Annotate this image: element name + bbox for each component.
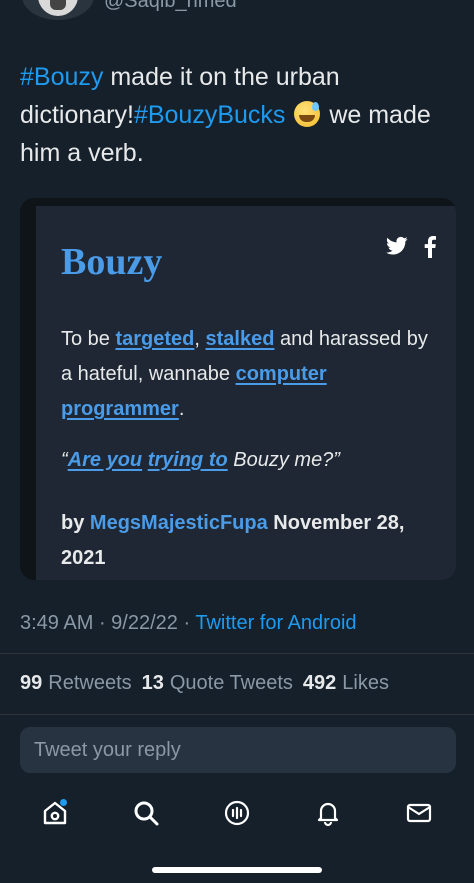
tweet-time: 3:49 AM — [20, 612, 94, 634]
example-text: Bouzy me?” — [227, 449, 340, 471]
byline-label: by — [61, 512, 90, 534]
hashtag-bouzybucks[interactable]: #BouzyBucks — [134, 101, 285, 129]
card-example: “Are you trying to Bouzy me?” — [61, 446, 431, 474]
urban-dictionary-card[interactable]: Bouzy To be targeted, stalked and harass… — [20, 198, 456, 580]
tweet-text: #Bouzy made it on the urban dictionary!#… — [20, 58, 460, 172]
card-definition: To be targeted, stalked and harassed by … — [61, 322, 431, 427]
grinning-sweat-emoji-icon — [294, 101, 321, 127]
author-link[interactable]: MegsMajesticFupa — [90, 512, 268, 534]
divider — [0, 714, 474, 715]
avatar[interactable] — [22, 0, 94, 20]
reply-input[interactable] — [20, 727, 456, 773]
link-trying-to[interactable]: trying to — [148, 449, 228, 471]
tweet-date: 9/22/22 — [111, 612, 178, 634]
search-icon[interactable] — [126, 793, 166, 833]
definition-text: , — [194, 328, 206, 350]
notifications-icon[interactable] — [308, 793, 348, 833]
likes-count: 492 — [302, 672, 337, 694]
bottom-nav — [0, 788, 474, 838]
quotes-count: 13 — [141, 672, 164, 694]
tweet-author-row: @Saqib_hmed — [0, 0, 474, 30]
hashtag-bouzy[interactable]: #Bouzy — [20, 63, 103, 91]
card-body: Bouzy To be targeted, stalked and harass… — [36, 206, 456, 580]
spaces-icon[interactable] — [217, 793, 257, 833]
tweet-source-link[interactable]: Twitter for Android — [195, 612, 356, 634]
card-share-icons — [386, 236, 436, 263]
tweet-stats: 99 Retweets 13 Quote Tweets 492 Likes — [20, 672, 389, 695]
quote-tweets-stat[interactable]: 13 Quote Tweets — [142, 672, 293, 695]
quotes-label: Quote Tweets — [169, 672, 293, 694]
facebook-icon[interactable] — [424, 236, 436, 263]
card-byline: by MegsMajesticFupa November 28, 2021 — [61, 506, 431, 576]
likes-label: Likes — [342, 672, 389, 694]
likes-stat[interactable]: 492 Likes — [303, 672, 389, 695]
home-indicator — [152, 867, 322, 873]
definition-text: To be — [61, 328, 116, 350]
twitter-icon[interactable] — [386, 236, 408, 263]
link-are-you[interactable]: Are you — [68, 449, 142, 471]
tweet-meta: 3:49 AM · 9/22/22 · Twitter for Android — [20, 612, 357, 635]
definition-text: . — [178, 398, 185, 420]
retweets-label: Retweets — [48, 672, 132, 694]
retweets-stat[interactable]: 99 Retweets — [20, 672, 132, 695]
divider — [0, 653, 474, 654]
home-icon[interactable] — [35, 793, 75, 833]
messages-icon[interactable] — [399, 793, 439, 833]
card-title: Bouzy — [61, 241, 163, 283]
retweets-count: 99 — [20, 672, 43, 694]
link-targeted[interactable]: targeted — [115, 328, 194, 350]
reply-box — [20, 727, 456, 773]
meta-separator: · — [177, 612, 196, 634]
author-handle[interactable]: @Saqib_hmed — [104, 0, 237, 13]
meta-separator: · — [93, 612, 112, 634]
example-text: “ — [61, 449, 68, 471]
link-stalked[interactable]: stalked — [206, 328, 275, 350]
